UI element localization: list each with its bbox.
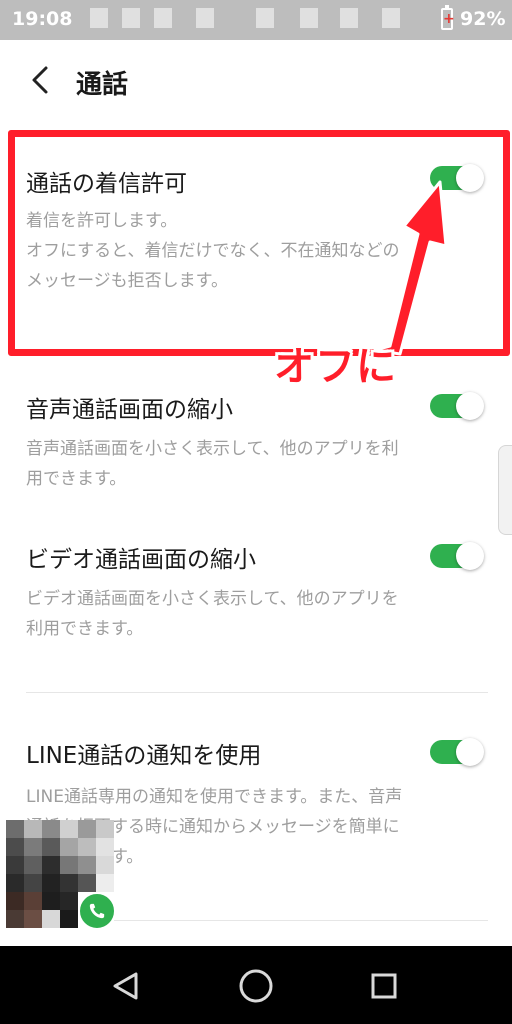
status-bar: 19:08 + 92% [0,0,512,40]
voice-call-minimize-toggle[interactable] [430,392,484,420]
battery-icon: + [441,5,455,30]
setting-description: ビデオ通話画面を小さく表示して、他のアプリを 利用できます。 [26,584,488,644]
status-notification-icon [256,8,274,28]
toggle-knob [456,542,484,570]
navigation-bar [0,946,512,1024]
description-line: LINE通話専用の通知を使用できます。また、音声 [26,787,403,807]
chevron-left-icon[interactable] [24,62,60,98]
status-notification-icon [382,8,400,28]
status-notification-icon [300,8,318,28]
square-recents-icon[interactable] [364,966,404,1006]
edge-panel-handle[interactable] [498,445,512,535]
battery-percent: 92% [460,8,506,30]
circle-home-icon[interactable] [236,966,276,1006]
setting-title: ビデオ通話画面の縮小 [26,547,256,573]
line-call-notification-toggle[interactable] [430,738,484,766]
toggle-knob [456,738,484,766]
status-notification-icon [196,8,214,28]
video-call-minimize-toggle[interactable] [430,542,484,570]
annotation-label: オフに [274,344,397,390]
triangle-back-icon[interactable] [106,966,146,1006]
setting-title: LINE通話の通知を使用 [26,743,262,769]
toggle-knob [456,392,484,420]
setting-title: 音声通話画面の縮小 [26,397,233,423]
description-line: 音声通話画面を小さく表示して、他のアプリを利 [26,439,399,459]
status-notification-icon [340,8,358,28]
section-divider [26,692,488,693]
description-line: 利用できます。 [26,619,144,639]
floating-call-bubble[interactable] [6,812,116,932]
status-notification-icon [122,8,140,28]
setting-description: 音声通話画面を小さく表示して、他のアプリを利 用できます。 [26,434,488,494]
highlight-box [8,130,510,356]
header: 通話 [0,40,512,122]
description-line: 用できます。 [26,469,127,489]
status-time: 19:08 [12,8,73,30]
phone-icon[interactable] [78,892,116,930]
status-notification-icon [154,8,172,28]
status-notification-icon [90,8,108,28]
description-line: ビデオ通話画面を小さく表示して、他のアプリを [26,589,399,609]
page-title: 通話 [76,70,129,100]
